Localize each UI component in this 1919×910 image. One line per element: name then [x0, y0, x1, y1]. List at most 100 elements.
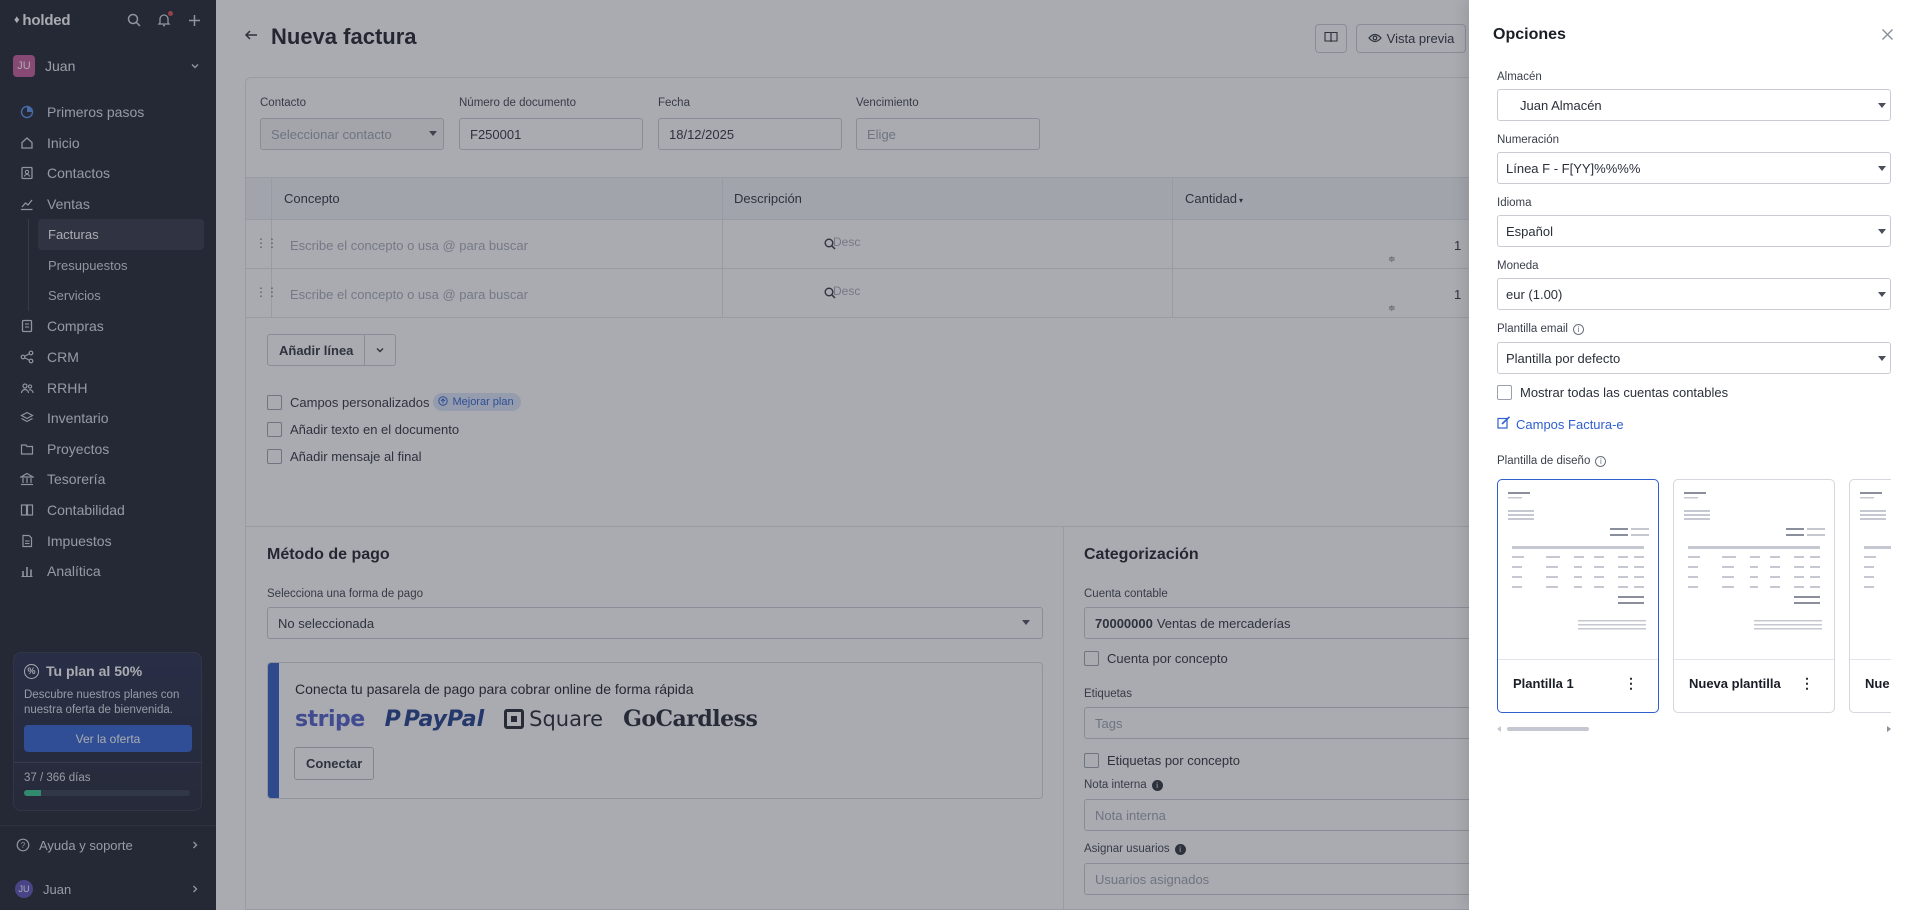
account-switcher[interactable]: JU Juan: [13, 54, 200, 78]
email-template-select[interactable]: Plantilla por defecto: [1497, 342, 1891, 374]
custom-fields-checkbox[interactable]: [267, 394, 282, 410]
nav-item-contabilidad[interactable]: Contabilidad: [0, 495, 216, 526]
back-arrow-icon[interactable]: [244, 28, 258, 45]
quantity-input[interactable]: 1: [1454, 287, 1461, 302]
info-icon[interactable]: i: [1595, 455, 1607, 467]
nav-item-crm[interactable]: CRM: [0, 342, 216, 373]
info-icon[interactable]: i: [1151, 779, 1163, 791]
warehouse-select[interactable]: Juan Almacén: [1497, 89, 1891, 121]
nav-item-compras[interactable]: Compras: [0, 311, 216, 342]
document-number-input[interactable]: F250001: [459, 118, 643, 150]
show-all-accounts-option[interactable]: Mostrar todas las cuentas contables: [1497, 385, 1728, 400]
template-card-selected[interactable]: Plantilla 1 ⋮: [1497, 479, 1659, 713]
nav-item-proyectos[interactable]: Proyectos: [0, 434, 216, 465]
nav-item-ventas[interactable]: Ventas: [0, 189, 216, 220]
paypal-mark-icon: P: [384, 706, 401, 732]
show-all-accounts-checkbox[interactable]: [1497, 385, 1512, 400]
bell-icon[interactable]: [156, 11, 173, 28]
document-icon: [19, 533, 35, 549]
add-text-checkbox[interactable]: [267, 421, 282, 437]
quantity-input[interactable]: 1: [1454, 238, 1461, 253]
account-name: Juan: [45, 58, 76, 74]
svg-text:?: ?: [21, 841, 26, 850]
add-line-button[interactable]: Añadir línea: [267, 334, 366, 366]
preview-button[interactable]: Vista previa: [1356, 24, 1466, 53]
nav-item-primeros-pasos[interactable]: Primeros pasos: [0, 97, 216, 128]
nav-item-contactos[interactable]: Contactos: [0, 158, 216, 189]
payment-method-select[interactable]: No seleccionada: [267, 607, 1043, 639]
concept-input[interactable]: Escribe el concepto o usa @ para buscar: [290, 287, 528, 302]
brand-logo[interactable]: ♦ holded: [14, 12, 71, 29]
nav-item-tesoreria[interactable]: Tesorería: [0, 464, 216, 495]
caret-down-icon: [1878, 356, 1886, 361]
page-title: Nueva factura: [271, 24, 417, 49]
discount-badge-icon: %: [24, 663, 39, 679]
info-icon[interactable]: i: [1174, 843, 1186, 855]
currency-select[interactable]: eur (1.00): [1497, 278, 1891, 310]
drag-handle-icon[interactable]: ⋮⋮: [255, 236, 278, 250]
upgrade-plan-badge[interactable]: Mejorar plan: [433, 393, 521, 411]
nav-item-inicio[interactable]: Inicio: [0, 128, 216, 159]
internal-note-label-text: Nota interna: [1084, 779, 1147, 791]
nav-label: Primeros pasos: [47, 104, 145, 121]
upgrade-plan-label: Mejorar plan: [452, 396, 514, 408]
sidebar-item-presupuestos[interactable]: Presupuestos: [0, 250, 216, 281]
description-input[interactable]: Desc: [833, 284, 860, 298]
nav-item-rrhh[interactable]: RRHH: [0, 372, 216, 403]
tags-per-concept-option[interactable]: Etiquetas por concepto: [1084, 751, 1240, 769]
currency-value: eur (1.00): [1506, 286, 1563, 302]
resize-handle-icon[interactable]: ≑: [1388, 254, 1396, 265]
progress-circle-icon: [19, 104, 35, 120]
close-icon[interactable]: [1881, 28, 1894, 44]
sidebar-item-facturas[interactable]: Facturas: [38, 219, 204, 250]
nav-item-analitica[interactable]: Analítica: [0, 556, 216, 587]
account-per-concept-option[interactable]: Cuenta por concepto: [1084, 649, 1228, 667]
concept-input[interactable]: Escribe el concepto o usa @ para buscar: [290, 238, 528, 253]
nav-item-inventario[interactable]: Inventario: [0, 403, 216, 434]
template-card[interactable]: Nueva plantilla ⋮: [1673, 479, 1835, 713]
drag-handle-icon[interactable]: ⋮⋮: [255, 285, 278, 299]
info-icon[interactable]: i: [1572, 323, 1584, 335]
horizontal-scrollbar[interactable]: [1497, 725, 1891, 733]
help-support-link[interactable]: ? Ayuda y soporte: [16, 835, 200, 855]
kebab-menu-icon[interactable]: ⋮: [1624, 675, 1638, 692]
search-icon[interactable]: [126, 12, 142, 28]
facturae-fields-link[interactable]: Campos Factura-e: [1497, 416, 1624, 432]
nav-label: Ventas: [47, 196, 90, 213]
arrow-up-circle-icon: [438, 395, 449, 409]
help-book-button[interactable]: [1315, 24, 1347, 53]
user-name: Juan: [43, 881, 72, 897]
view-offer-button[interactable]: Ver la oferta: [24, 725, 192, 752]
scroll-right-icon[interactable]: [1887, 726, 1891, 732]
col-header-quantity[interactable]: Cantidad ▾: [1185, 191, 1243, 206]
sidebar-item-servicios[interactable]: Servicios: [0, 281, 216, 312]
tags-per-concept-label: Etiquetas por concepto: [1107, 752, 1240, 768]
promo-description: Descubre nuestros planes con nuestra ofe…: [24, 689, 180, 716]
numbering-select[interactable]: Línea F - F[YY]%%%%: [1497, 152, 1891, 184]
scroll-left-icon[interactable]: [1497, 726, 1501, 732]
date-input[interactable]: 18/12/2025: [658, 118, 842, 150]
template-card[interactable]: Nue: [1849, 479, 1891, 713]
kebab-menu-icon[interactable]: ⋮: [1800, 675, 1814, 692]
contact-select[interactable]: Seleccionar contacto: [260, 118, 444, 150]
account-per-concept-checkbox[interactable]: [1084, 650, 1099, 666]
language-select[interactable]: Español: [1497, 215, 1891, 247]
tags-per-concept-checkbox[interactable]: [1084, 752, 1099, 768]
description-input[interactable]: Desc: [833, 235, 860, 249]
numbering-label: Numeración: [1497, 134, 1559, 146]
avatar: JU: [15, 880, 33, 898]
plus-icon[interactable]: [186, 12, 202, 28]
add-line-options-button[interactable]: [365, 334, 397, 366]
add-message-checkbox[interactable]: [267, 448, 282, 464]
due-date-input[interactable]: Elige: [856, 118, 1040, 150]
promo-title: Tu plan al 50%: [46, 663, 143, 679]
connect-gateway-button[interactable]: Conectar: [294, 747, 375, 780]
scrollbar-thumb[interactable]: [1507, 727, 1589, 731]
add-message-option[interactable]: Añadir mensaje al final: [267, 447, 422, 465]
resize-handle-icon[interactable]: ≑: [1388, 303, 1396, 314]
user-profile-link[interactable]: JU Juan: [15, 879, 200, 899]
custom-fields-option[interactable]: Campos personalizados Mejorar plan: [267, 393, 521, 411]
add-text-option[interactable]: Añadir texto en el documento: [267, 420, 459, 438]
account-per-concept-label: Cuenta por concepto: [1107, 650, 1228, 666]
nav-item-impuestos[interactable]: Impuestos: [0, 525, 216, 556]
